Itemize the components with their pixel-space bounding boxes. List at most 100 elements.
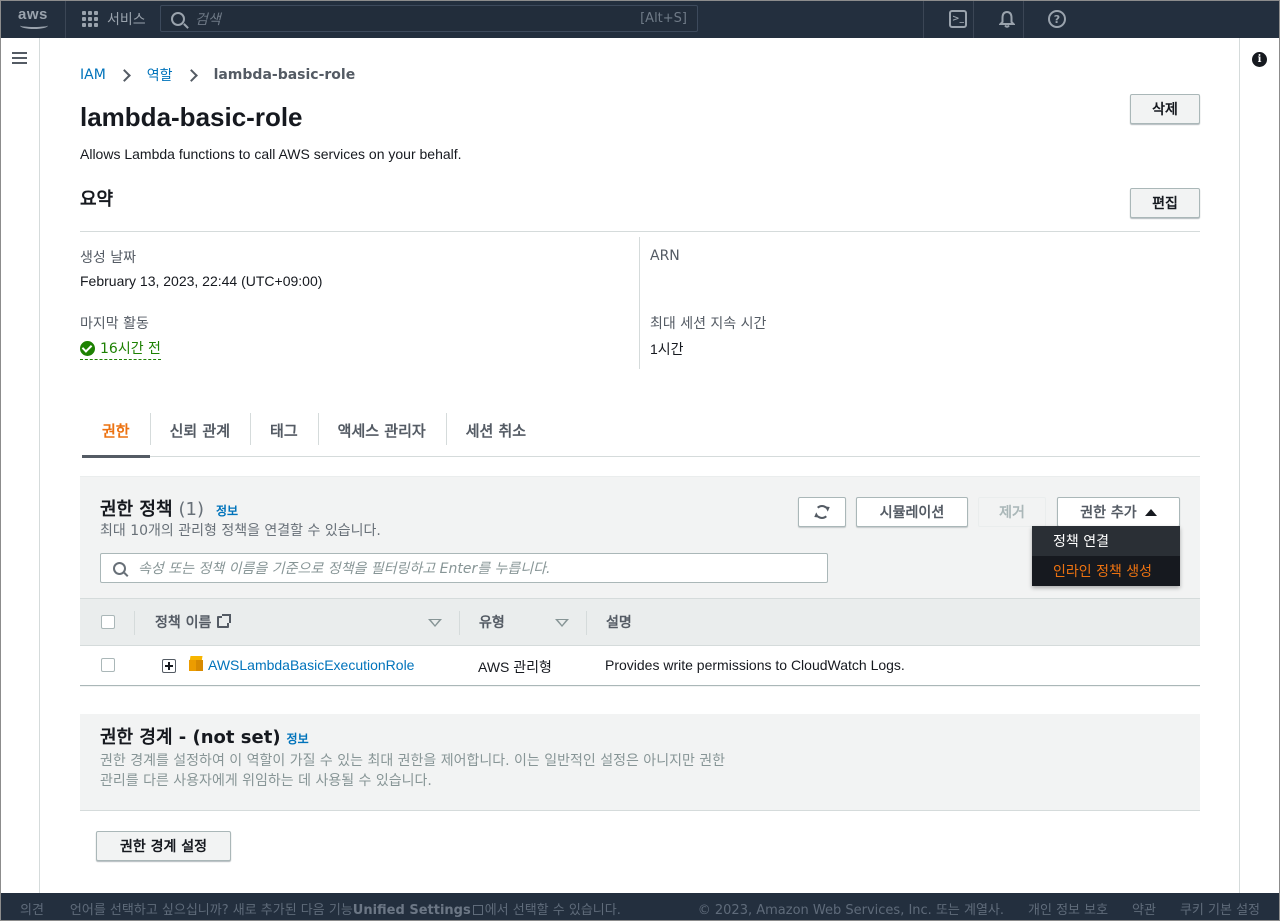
language-prompt-a: 언어를 선택하고 싶으십니까? 새로 추가된 다음 기능 <box>69 903 353 918</box>
tab-tags[interactable]: 태그 <box>250 403 318 457</box>
help-icon[interactable]: ? <box>1048 10 1066 28</box>
grid-icon <box>82 10 99 28</box>
right-rail: i <box>1239 38 1280 893</box>
add-permissions-button[interactable]: 권한 추가 <box>1057 497 1180 527</box>
left-rail <box>0 38 40 893</box>
tab-revoke-sessions[interactable]: 세션 취소 <box>445 403 546 457</box>
feedback-link[interactable]: 의견 <box>20 899 44 918</box>
policies-info-link[interactable]: 정보 <box>216 502 238 519</box>
refresh-icon <box>815 505 829 519</box>
language-prompt-b: 에서 선택할 수 있습니다. <box>484 903 621 918</box>
copyright-text: © 2023, Amazon Web Services, Inc. 또는 계열사… <box>697 903 1005 918</box>
select-all-checkbox[interactable] <box>101 615 115 629</box>
privacy-link[interactable]: 개인 정보 보호 <box>1028 899 1108 918</box>
column-divider <box>134 611 135 635</box>
expand-icon[interactable] <box>162 659 176 673</box>
set-boundary-button[interactable]: 권한 경계 설정 <box>96 831 231 861</box>
breadcrumb: IAM 역할 lambda-basic-role <box>80 65 355 85</box>
menu-icon[interactable] <box>12 52 27 64</box>
terms-link[interactable]: 약관 <box>1132 899 1156 918</box>
services-menu-button[interactable]: 서비스 <box>82 9 146 29</box>
delete-button[interactable]: 삭제 <box>1130 94 1200 124</box>
search-shortcut: [Alt+S] <box>640 11 687 26</box>
global-search-input[interactable]: 검색 [Alt+S] <box>160 5 698 32</box>
nav-divider <box>1023 0 1024 38</box>
last-activity-status[interactable]: 16시간 전 <box>80 338 161 360</box>
menu-item-create-inline-policy[interactable]: 인라인 정책 생성 <box>1032 556 1180 586</box>
breadcrumb-roles[interactable]: 역할 <box>147 65 173 85</box>
top-navigation: aws 서비스 검색 [Alt+S] >_ ? <box>0 0 1280 38</box>
external-link-icon <box>217 614 232 628</box>
nav-divider <box>65 0 66 38</box>
created-date-label: 생성 날짜 <box>80 250 136 266</box>
aws-managed-policy-icon <box>189 656 203 672</box>
column-type[interactable]: 유형 <box>479 612 505 632</box>
aws-smile-icon <box>20 22 48 29</box>
aws-logo-text: aws <box>18 6 48 23</box>
sort-caret-icon[interactable] <box>428 619 442 627</box>
column-policy-name[interactable]: 정책 이름 <box>155 612 232 632</box>
caret-up-icon <box>1144 508 1157 516</box>
add-permissions-label: 권한 추가 <box>1080 505 1137 521</box>
services-label: 서비스 <box>107 12 146 28</box>
footer: 의견 언어를 선택하고 싶으십니까? 새로 추가된 다음 기능Unified S… <box>0 893 1280 921</box>
page-description: Allows Lambda functions to call AWS serv… <box>80 146 462 162</box>
column-policy-name-label: 정책 이름 <box>155 615 212 631</box>
created-date-value: February 13, 2023, 22:44 (UTC+09:00) <box>80 273 323 289</box>
breadcrumb-current: lambda-basic-role <box>213 67 356 83</box>
max-session-label: 최대 세션 지속 시간 <box>650 316 767 332</box>
footer-right: © 2023, Amazon Web Services, Inc. 또는 계열사… <box>698 899 1260 918</box>
column-divider <box>459 611 460 635</box>
row-checkbox[interactable] <box>101 658 115 672</box>
unified-settings-link[interactable]: Unified Settings <box>353 903 471 918</box>
add-permissions-menu: 정책 연결 인라인 정책 생성 <box>1032 526 1180 586</box>
column-description: 설명 <box>606 615 632 631</box>
cloudshell-icon[interactable]: >_ <box>949 10 967 28</box>
edit-button[interactable]: 편집 <box>1130 188 1200 218</box>
column-divider <box>586 611 587 635</box>
breadcrumb-iam[interactable]: IAM <box>80 67 106 83</box>
policy-description: Provides write permissions to CloudWatch… <box>605 657 905 673</box>
boundary-info-link[interactable]: 정보 <box>287 730 309 747</box>
page-title: lambda-basic-role <box>80 102 303 132</box>
role-tabs: 권한 신뢰 관계 태그 액세스 관리자 세션 취소 <box>82 403 1200 458</box>
success-check-icon <box>80 340 95 356</box>
main-content: IAM 역할 lambda-basic-role lambda-basic-ro… <box>41 38 1239 893</box>
nav-divider <box>973 0 974 38</box>
bell-icon[interactable] <box>998 10 1016 28</box>
chevron-right-icon <box>184 68 198 82</box>
search-icon <box>171 11 185 26</box>
last-activity-label: 마지막 활동 <box>80 316 149 332</box>
remove-button: 제거 <box>978 497 1046 527</box>
tab-trust-relationships[interactable]: 신뢰 관계 <box>149 403 250 457</box>
policy-name-link[interactable]: AWSLambdaBasicExecutionRole <box>208 657 414 673</box>
filter-placeholder: 속성 또는 정책 이름을 기준으로 정책을 필터링하고 Enter를 누릅니다. <box>138 561 551 577</box>
max-session-value: 1시간 <box>650 341 684 357</box>
last-activity-value: 16시간 전 <box>100 341 161 357</box>
tab-permissions[interactable]: 권한 <box>82 403 150 458</box>
search-placeholder: 검색 <box>195 11 221 28</box>
boundary-description: 권한 경계를 설정하여 이 역할이 가질 수 있는 최대 권한을 제어합니다. … <box>100 753 726 789</box>
footer-left: 의견 언어를 선택하고 싶으십니까? 새로 추가된 다음 기능Unified S… <box>20 899 621 918</box>
menu-item-attach-policies[interactable]: 정책 연결 <box>1032 526 1180 556</box>
info-panel-icon[interactable]: i <box>1252 52 1267 67</box>
summary-column-divider <box>639 237 640 369</box>
external-link-icon <box>472 905 483 915</box>
summary-divider <box>80 231 1200 232</box>
cookie-preferences-link[interactable]: 쿠키 기본 설정 <box>1180 899 1260 918</box>
tab-access-advisor[interactable]: 액세스 관리자 <box>317 403 446 457</box>
sort-caret-icon[interactable] <box>555 619 569 627</box>
policy-filter-input[interactable]: 속성 또는 정책 이름을 기준으로 정책을 필터링하고 Enter를 누릅니다. <box>100 553 828 583</box>
aws-logo[interactable]: aws <box>18 6 52 30</box>
summary-heading: 요약 <box>80 189 114 210</box>
language-prompt: 언어를 선택하고 싶으십니까? 새로 추가된 다음 기능Unified Sett… <box>70 899 621 918</box>
policies-title-text: 권한 정책 <box>100 499 173 520</box>
simulation-button[interactable]: 시뮬레이션 <box>856 497 968 527</box>
permissions-boundary-panel: 권한 경계 - (not set) 정보 권한 경계를 설정하여 이 역할이 가… <box>80 714 1200 811</box>
policies-count: (1) <box>178 499 205 520</box>
table-row: AWSLambdaBasicExecutionRole AWS 관리형 Prov… <box>80 646 1200 686</box>
search-icon <box>113 561 126 575</box>
refresh-button[interactable] <box>798 497 846 527</box>
chevron-right-icon <box>117 68 131 82</box>
boundary-title: 권한 경계 - (not set) 정보 <box>100 723 309 749</box>
